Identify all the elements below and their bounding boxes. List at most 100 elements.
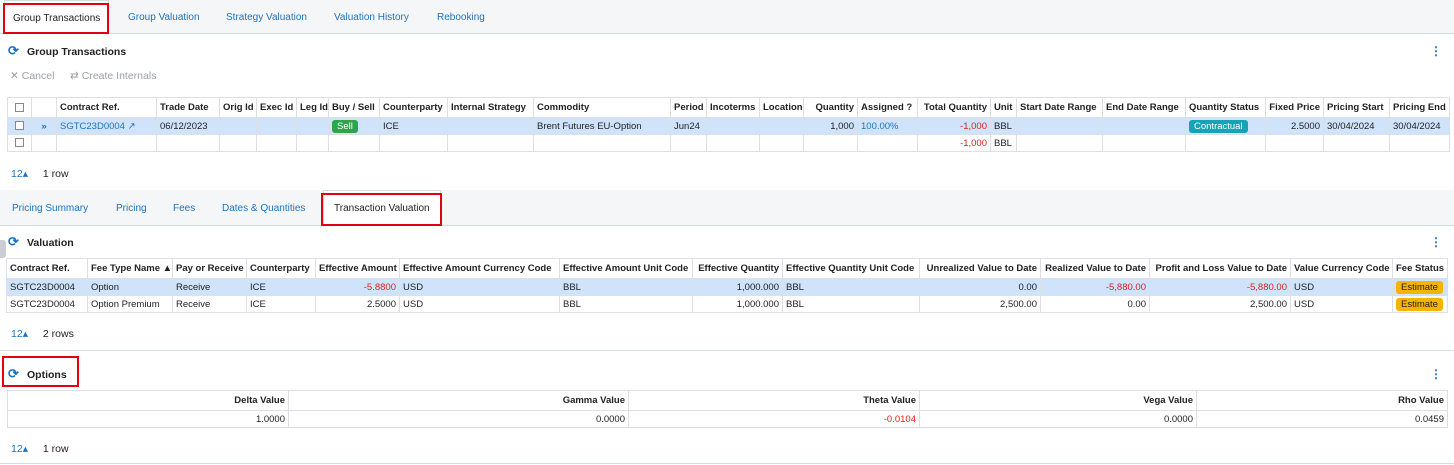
row-checkbox-cell[interactable] <box>7 117 32 135</box>
column-header[interactable]: Quantity Status <box>1185 97 1266 118</box>
tab-group-transactions[interactable]: Group Transactions <box>4 0 110 35</box>
column-header[interactable]: Realized Value to Date <box>1040 258 1150 279</box>
column-header[interactable]: Pricing Start <box>1323 97 1390 118</box>
column-header[interactable]: Fee Status <box>1392 258 1448 279</box>
column-header[interactable]: Effective Amount Unit Code <box>559 258 693 279</box>
create-internals-button[interactable]: ⇄ Create Internals <box>70 70 156 82</box>
tab-strategy-valuation[interactable]: Strategy Valuation <box>226 0 307 34</box>
quantity-status-badge: Contractual <box>1189 119 1248 133</box>
tab-valuation-history[interactable]: Valuation History <box>334 0 409 34</box>
column-header[interactable]: Profit and Loss Value to Date <box>1149 258 1291 279</box>
column-header[interactable]: Pricing End <box>1389 97 1450 118</box>
column-header[interactable]: Incoterms <box>706 97 760 118</box>
tab-fees[interactable]: Fees <box>173 203 195 214</box>
column-header[interactable]: Effective Quantity Unit Code <box>782 258 920 279</box>
cancel-button[interactable]: ✕ Cancel <box>10 70 54 82</box>
checkbox[interactable] <box>15 138 24 148</box>
column-header[interactable]: Quantity <box>803 97 858 118</box>
refresh-icon[interactable]: ⟳ <box>8 235 20 248</box>
caret-up-icon: ▴ <box>22 168 28 180</box>
column-header[interactable]: Rho Value <box>1196 390 1448 411</box>
table-row[interactable]: SGTC23D0004 Option Premium Receive ICE 2… <box>6 295 1448 313</box>
amount-unit-cell: BBL <box>559 295 693 313</box>
column-header[interactable]: Pay or Receive <box>172 258 247 279</box>
buy-sell-cell: Sell <box>328 117 380 135</box>
column-header[interactable]: Period <box>670 97 707 118</box>
column-header[interactable]: Contract Ref. <box>56 97 157 118</box>
expand-icon[interactable]: » <box>31 117 57 135</box>
table-row[interactable]: SGTC23D0004 Option Receive ICE -5.8800 U… <box>6 278 1448 296</box>
page-size-selector[interactable]: 12▴ <box>11 328 28 340</box>
options-table: Delta Value Gamma Value Theta Value Vega… <box>7 390 1448 428</box>
column-header[interactable]: Location <box>759 97 804 118</box>
tab-dates-quantities[interactable]: Dates & Quantities <box>222 203 305 214</box>
pagination: 12▴ 2 rows <box>11 328 74 340</box>
tab-rebooking[interactable]: Rebooking <box>437 0 485 34</box>
column-header[interactable]: Gamma Value <box>288 390 629 411</box>
select-all-checkbox-cell[interactable] <box>7 97 32 118</box>
column-header[interactable]: Contract Ref. <box>6 258 88 279</box>
column-header[interactable]: End Date Range <box>1102 97 1186 118</box>
page-size-selector[interactable]: 12▴ <box>11 168 28 180</box>
fixed-price-cell: 2.5000 <box>1265 117 1324 135</box>
amount-currency-cell: USD <box>399 295 560 313</box>
column-header[interactable]: Leg Id <box>296 97 329 118</box>
refresh-icon[interactable]: ⟳ <box>8 44 20 57</box>
main-tab-bar: Group Transactions Group Valuation Strat… <box>0 0 1454 35</box>
column-header[interactable]: Theta Value <box>628 390 920 411</box>
caret-up-icon: ▴ <box>22 328 28 340</box>
start-date-range-cell <box>1016 117 1103 135</box>
column-header[interactable]: Delta Value <box>7 390 289 411</box>
tab-pricing[interactable]: Pricing <box>116 203 147 214</box>
column-header[interactable]: Unit <box>990 97 1017 118</box>
column-header[interactable]: Effective Amount <box>315 258 400 279</box>
more-menu-icon[interactable]: ⋮ <box>1430 368 1442 380</box>
checkbox[interactable] <box>15 121 24 131</box>
side-panel-toggle[interactable] <box>0 240 6 258</box>
effective-amount-cell: -5.8800 <box>315 278 400 296</box>
column-header[interactable]: Total Quantity <box>917 97 991 118</box>
period-cell: Jun24 <box>670 117 707 135</box>
vega-value-cell: 0.0000 <box>919 410 1197 428</box>
column-header[interactable]: Value Currency Code <box>1290 258 1393 279</box>
tab-transaction-valuation[interactable]: Transaction Valuation <box>323 190 441 227</box>
column-header[interactable]: Unrealized Value to Date <box>919 258 1041 279</box>
table-row[interactable]: 1.0000 0.0000 -0.0104 0.0000 0.0459 <box>7 410 1448 428</box>
column-header[interactable]: Start Date Range <box>1016 97 1103 118</box>
tab-group-valuation[interactable]: Group Valuation <box>128 0 200 34</box>
more-menu-icon[interactable]: ⋮ <box>1430 45 1442 57</box>
column-header[interactable]: Counterparty <box>246 258 316 279</box>
table-total-row: -1,000 BBL <box>7 134 1450 152</box>
fee-status-badge: Estimate <box>1396 297 1443 311</box>
column-header[interactable]: Vega Value <box>919 390 1197 411</box>
external-link-icon[interactable]: ↗ <box>128 121 136 132</box>
column-header[interactable]: Fixed Price <box>1265 97 1324 118</box>
more-menu-icon[interactable]: ⋮ <box>1430 236 1442 248</box>
effective-amount-cell: 2.5000 <box>315 295 400 313</box>
quantity-cell: 1,000 <box>803 117 858 135</box>
page-size-selector[interactable]: 12▴ <box>11 443 28 455</box>
unit-cell: BBL <box>990 117 1017 135</box>
column-header[interactable]: Exec Id <box>256 97 297 118</box>
column-header[interactable]: Orig Id <box>219 97 257 118</box>
exec-id-cell <box>256 117 297 135</box>
tab-pricing-summary[interactable]: Pricing Summary <box>12 203 88 214</box>
column-header[interactable]: Effective Amount Currency Code <box>399 258 560 279</box>
column-header[interactable]: Assigned ? <box>857 97 918 118</box>
column-header[interactable]: Commodity <box>533 97 671 118</box>
contract-ref-cell[interactable]: SGTC23D0004 ↗ <box>56 117 157 135</box>
contract-ref-link[interactable]: SGTC23D0004 <box>60 121 125 132</box>
column-header[interactable]: Internal Strategy <box>447 97 534 118</box>
table-row[interactable]: » SGTC23D0004 ↗ 06/12/2023 Sell ICE Bren… <box>7 117 1450 135</box>
column-header[interactable]: Effective Quantity <box>692 258 783 279</box>
column-header[interactable]: Buy / Sell <box>328 97 380 118</box>
column-header[interactable]: Trade Date <box>156 97 220 118</box>
checkbox[interactable] <box>15 102 24 112</box>
row-checkbox-cell[interactable] <box>7 134 32 152</box>
column-header-sorted[interactable]: Fee Type Name ▲ <box>87 258 173 279</box>
refresh-icon[interactable]: ⟳ <box>8 367 20 380</box>
pricing-end-cell: 30/04/2024 <box>1389 117 1450 135</box>
total-unit: BBL <box>990 134 1017 152</box>
column-header[interactable]: Counterparty <box>379 97 448 118</box>
group-transactions-table: Contract Ref. Trade Date Orig Id Exec Id… <box>7 97 1450 152</box>
